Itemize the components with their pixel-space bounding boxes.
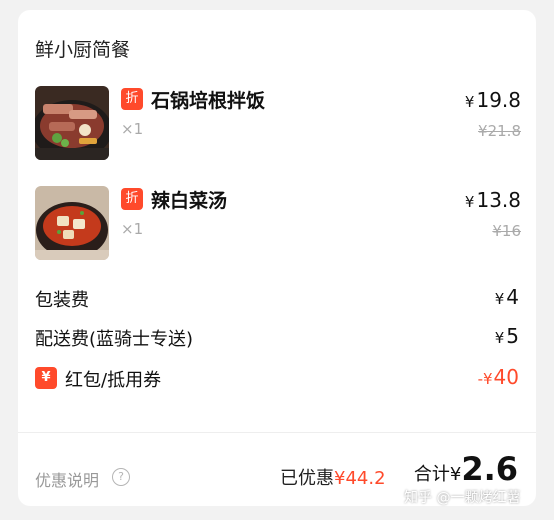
coupon-row[interactable]: ¥ 红包/抵用券 -¥40	[35, 365, 519, 394]
fee-amount: 4	[506, 285, 519, 309]
fee-label: 包装费	[35, 290, 89, 311]
packaging-fee-row: 包装费 ¥4	[35, 285, 519, 314]
total-label: 合计	[413, 464, 450, 485]
help-icon[interactable]: ?	[112, 468, 130, 486]
item-original-price: ¥16	[492, 222, 521, 240]
discount-info-link[interactable]: 优惠说明	[35, 467, 99, 491]
discount-badge: 折	[121, 188, 143, 210]
item-original-price: ¥21.8	[478, 122, 521, 140]
food-thumbnail-soup	[35, 186, 109, 260]
item-name: 石锅培根拌饭	[151, 90, 266, 112]
order-item: 折 辣白菜汤 ×1 ¥13.8 ¥16	[35, 186, 521, 261]
red-packet-icon: ¥	[35, 367, 57, 389]
item-quantity: ×1	[121, 220, 144, 238]
order-total: 合计¥2.6	[414, 450, 518, 488]
saved-summary: 已优惠¥44.2	[280, 464, 386, 490]
saved-amount: ¥44.2	[334, 468, 386, 489]
item-price-value: 13.8	[476, 188, 521, 212]
item-price: ¥13.8	[465, 188, 521, 212]
currency-symbol: -¥	[477, 370, 493, 388]
fee-value: ¥5	[495, 324, 519, 348]
delivery-fee-row: 配送费(蓝骑士专送) ¥5	[35, 324, 519, 353]
watermark: 知乎 @一颗烤红薯	[404, 490, 521, 506]
fee-label: 配送费(蓝骑士专送)	[35, 329, 194, 350]
item-name: 辣白菜汤	[151, 190, 228, 212]
order-item: 折 石锅培根拌饭 ×1 ¥19.8 ¥21.8	[35, 86, 521, 161]
item-price: ¥19.8	[465, 88, 521, 112]
currency-symbol: ¥	[464, 193, 475, 211]
currency-symbol: ¥	[449, 464, 462, 485]
food-thumbnail-bibimbap	[35, 86, 109, 160]
currency-symbol: ¥	[494, 329, 505, 347]
discount-badge: 折	[121, 88, 143, 110]
saved-label: 已优惠	[280, 468, 334, 489]
order-summary-card: 鲜小厨简餐 折 石锅培根拌饭 ×1 ¥19.8 ¥21.8 折 辣白菜汤 ×1 …	[18, 10, 536, 506]
currency-symbol: ¥	[464, 93, 475, 111]
fee-amount: 5	[506, 324, 519, 348]
item-quantity: ×1	[121, 120, 144, 138]
total-amount: 2.6	[461, 450, 518, 488]
coupon-amount: 40	[493, 365, 519, 389]
item-price-value: 19.8	[476, 88, 521, 112]
divider	[18, 432, 536, 433]
fee-value: ¥4	[495, 285, 519, 309]
coupon-value: -¥40	[478, 365, 519, 389]
shop-name[interactable]: 鲜小厨简餐	[35, 35, 130, 62]
coupon-label: 红包/抵用券	[65, 370, 162, 391]
currency-symbol: ¥	[494, 290, 505, 308]
